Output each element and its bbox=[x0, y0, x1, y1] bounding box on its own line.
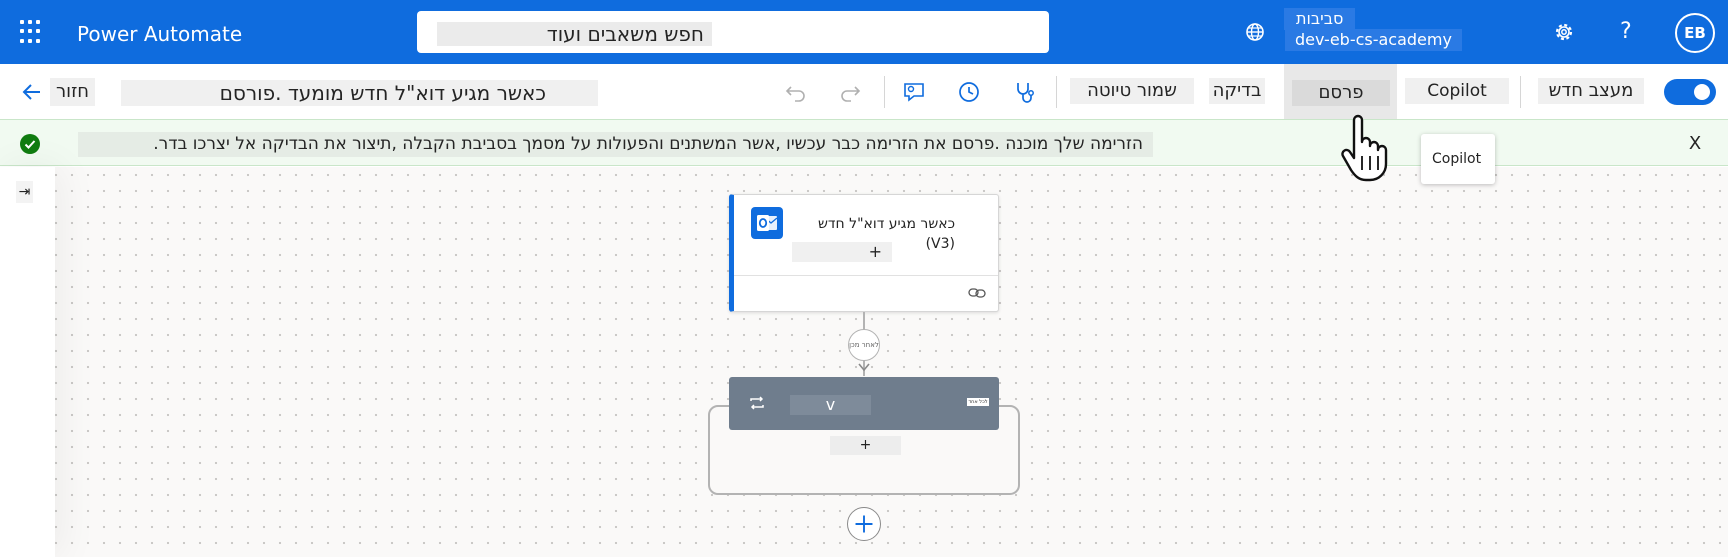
undo-icon[interactable] bbox=[782, 78, 810, 106]
avatar[interactable]: EB bbox=[1675, 13, 1715, 53]
loop-title[interactable]: v bbox=[790, 395, 871, 415]
link-icon[interactable] bbox=[968, 286, 986, 300]
check-circle-icon bbox=[20, 134, 40, 154]
tooltip-text: Copilot bbox=[1432, 151, 1482, 167]
copilot-button[interactable]: Copilot bbox=[1405, 78, 1509, 104]
expand-panel-icon[interactable]: ⇥ bbox=[16, 181, 33, 203]
publish-button-label[interactable]: פרסם bbox=[1292, 80, 1390, 106]
loop-icon bbox=[750, 396, 764, 410]
run-after-node[interactable]: לאחר מכן bbox=[848, 329, 880, 361]
search-box[interactable]: חפש משאבים ועוד bbox=[417, 11, 1049, 53]
new-designer-label: מעצב חדש bbox=[1538, 78, 1644, 104]
environment-label[interactable]: סביבות bbox=[1284, 8, 1356, 30]
globe-icon[interactable] bbox=[1244, 21, 1266, 43]
divider bbox=[1056, 76, 1057, 108]
loop-add-button[interactable]: + bbox=[830, 436, 901, 455]
outlook-icon bbox=[751, 207, 783, 239]
divider bbox=[1520, 76, 1521, 108]
command-bar: חזור כאשר מגיע דוא"ל חדש מומעד .פורסם שמ… bbox=[0, 64, 1728, 119]
flow-checker-icon[interactable] bbox=[1010, 78, 1038, 106]
toggle-knob bbox=[1694, 84, 1710, 100]
close-icon[interactable]: X bbox=[1684, 133, 1706, 155]
app-header: Power Automate חפש משאבים ועוד סביבות de… bbox=[0, 0, 1728, 64]
left-panel bbox=[0, 167, 55, 557]
test-button[interactable]: בדיקה bbox=[1209, 78, 1265, 104]
flow-title[interactable]: כאשר מגיע דוא"ל חדש מומעד .פורסם bbox=[121, 80, 598, 106]
app-name[interactable]: Power Automate bbox=[77, 22, 242, 46]
trigger-add-button[interactable]: + bbox=[792, 242, 892, 262]
search-input[interactable]: חפש משאבים ועוד bbox=[437, 22, 712, 46]
add-icon[interactable] bbox=[847, 507, 881, 541]
card-divider bbox=[734, 275, 998, 276]
waffle-icon[interactable] bbox=[20, 20, 44, 44]
banner-message: .הזרימה שלך מוכנה .פרסם את הזרימה כבר עכ… bbox=[78, 132, 1153, 157]
back-arrow-icon[interactable] bbox=[20, 80, 44, 104]
settings-icon[interactable] bbox=[1553, 21, 1575, 43]
environment-name[interactable]: dev-eb-cs-academy bbox=[1285, 29, 1462, 51]
divider bbox=[884, 76, 885, 108]
trigger-title[interactable]: כאשר מגיע דוא"ל חדש (V3) bbox=[789, 214, 955, 252]
hand-cursor-icon bbox=[1341, 114, 1388, 182]
feedback-icon[interactable] bbox=[900, 78, 928, 106]
arrow-down-icon bbox=[858, 363, 870, 372]
save-draft-button[interactable]: שמור טיוטה bbox=[1070, 78, 1194, 104]
loop-badge: לכל אחד bbox=[967, 398, 989, 406]
help-icon[interactable]: ? bbox=[1620, 20, 1632, 44]
back-button[interactable]: חזור bbox=[50, 78, 96, 106]
redo-icon[interactable] bbox=[836, 78, 864, 106]
history-icon[interactable] bbox=[955, 78, 983, 106]
